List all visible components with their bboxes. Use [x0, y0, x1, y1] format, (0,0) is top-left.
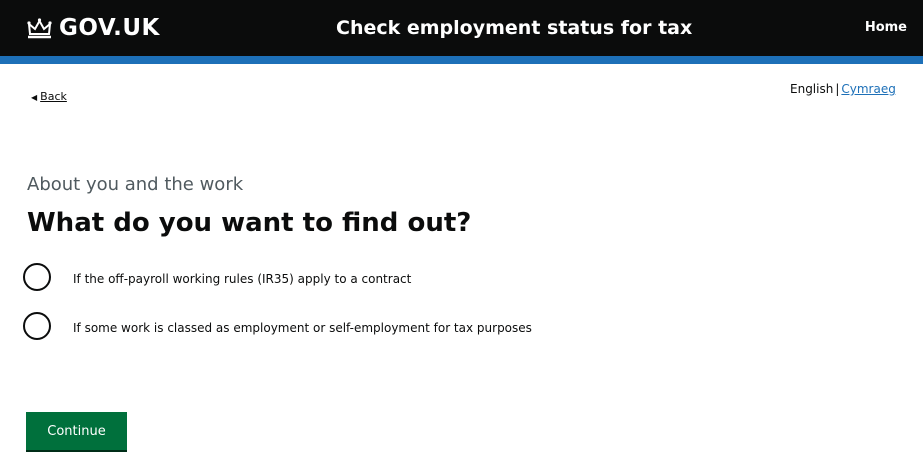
- back-link[interactable]: ◀ Back: [31, 90, 67, 103]
- crown-icon: [27, 18, 52, 39]
- back-link-label: Back: [40, 90, 67, 103]
- nav-home-link[interactable]: Home: [865, 20, 907, 36]
- govuk-logo-link[interactable]: GOV.UK: [26, 14, 160, 42]
- question-caption: About you and the work: [27, 174, 244, 195]
- site-header: GOV.UK Check employment status for tax H…: [0, 0, 923, 56]
- language-separator: |: [835, 82, 840, 96]
- logo-text: GOV.UK: [59, 15, 160, 41]
- triangle-left-icon: ◀: [31, 93, 38, 102]
- service-name-link[interactable]: Check employment status for tax: [336, 16, 692, 40]
- page-heading: What do you want to find out?: [27, 208, 472, 238]
- radio-button[interactable]: [23, 263, 51, 291]
- header-blue-rule: [0, 56, 923, 64]
- radio-button[interactable]: [23, 312, 51, 340]
- language-english: English: [790, 82, 834, 96]
- radio-label[interactable]: If the off-payroll working rules (IR35) …: [73, 270, 553, 288]
- continue-button[interactable]: Continue: [26, 412, 127, 450]
- language-welsh-link[interactable]: Cymraeg: [841, 82, 895, 96]
- radio-label[interactable]: If some work is classed as employment or…: [73, 319, 553, 337]
- language-toggle: English | Cymraeg: [790, 82, 896, 96]
